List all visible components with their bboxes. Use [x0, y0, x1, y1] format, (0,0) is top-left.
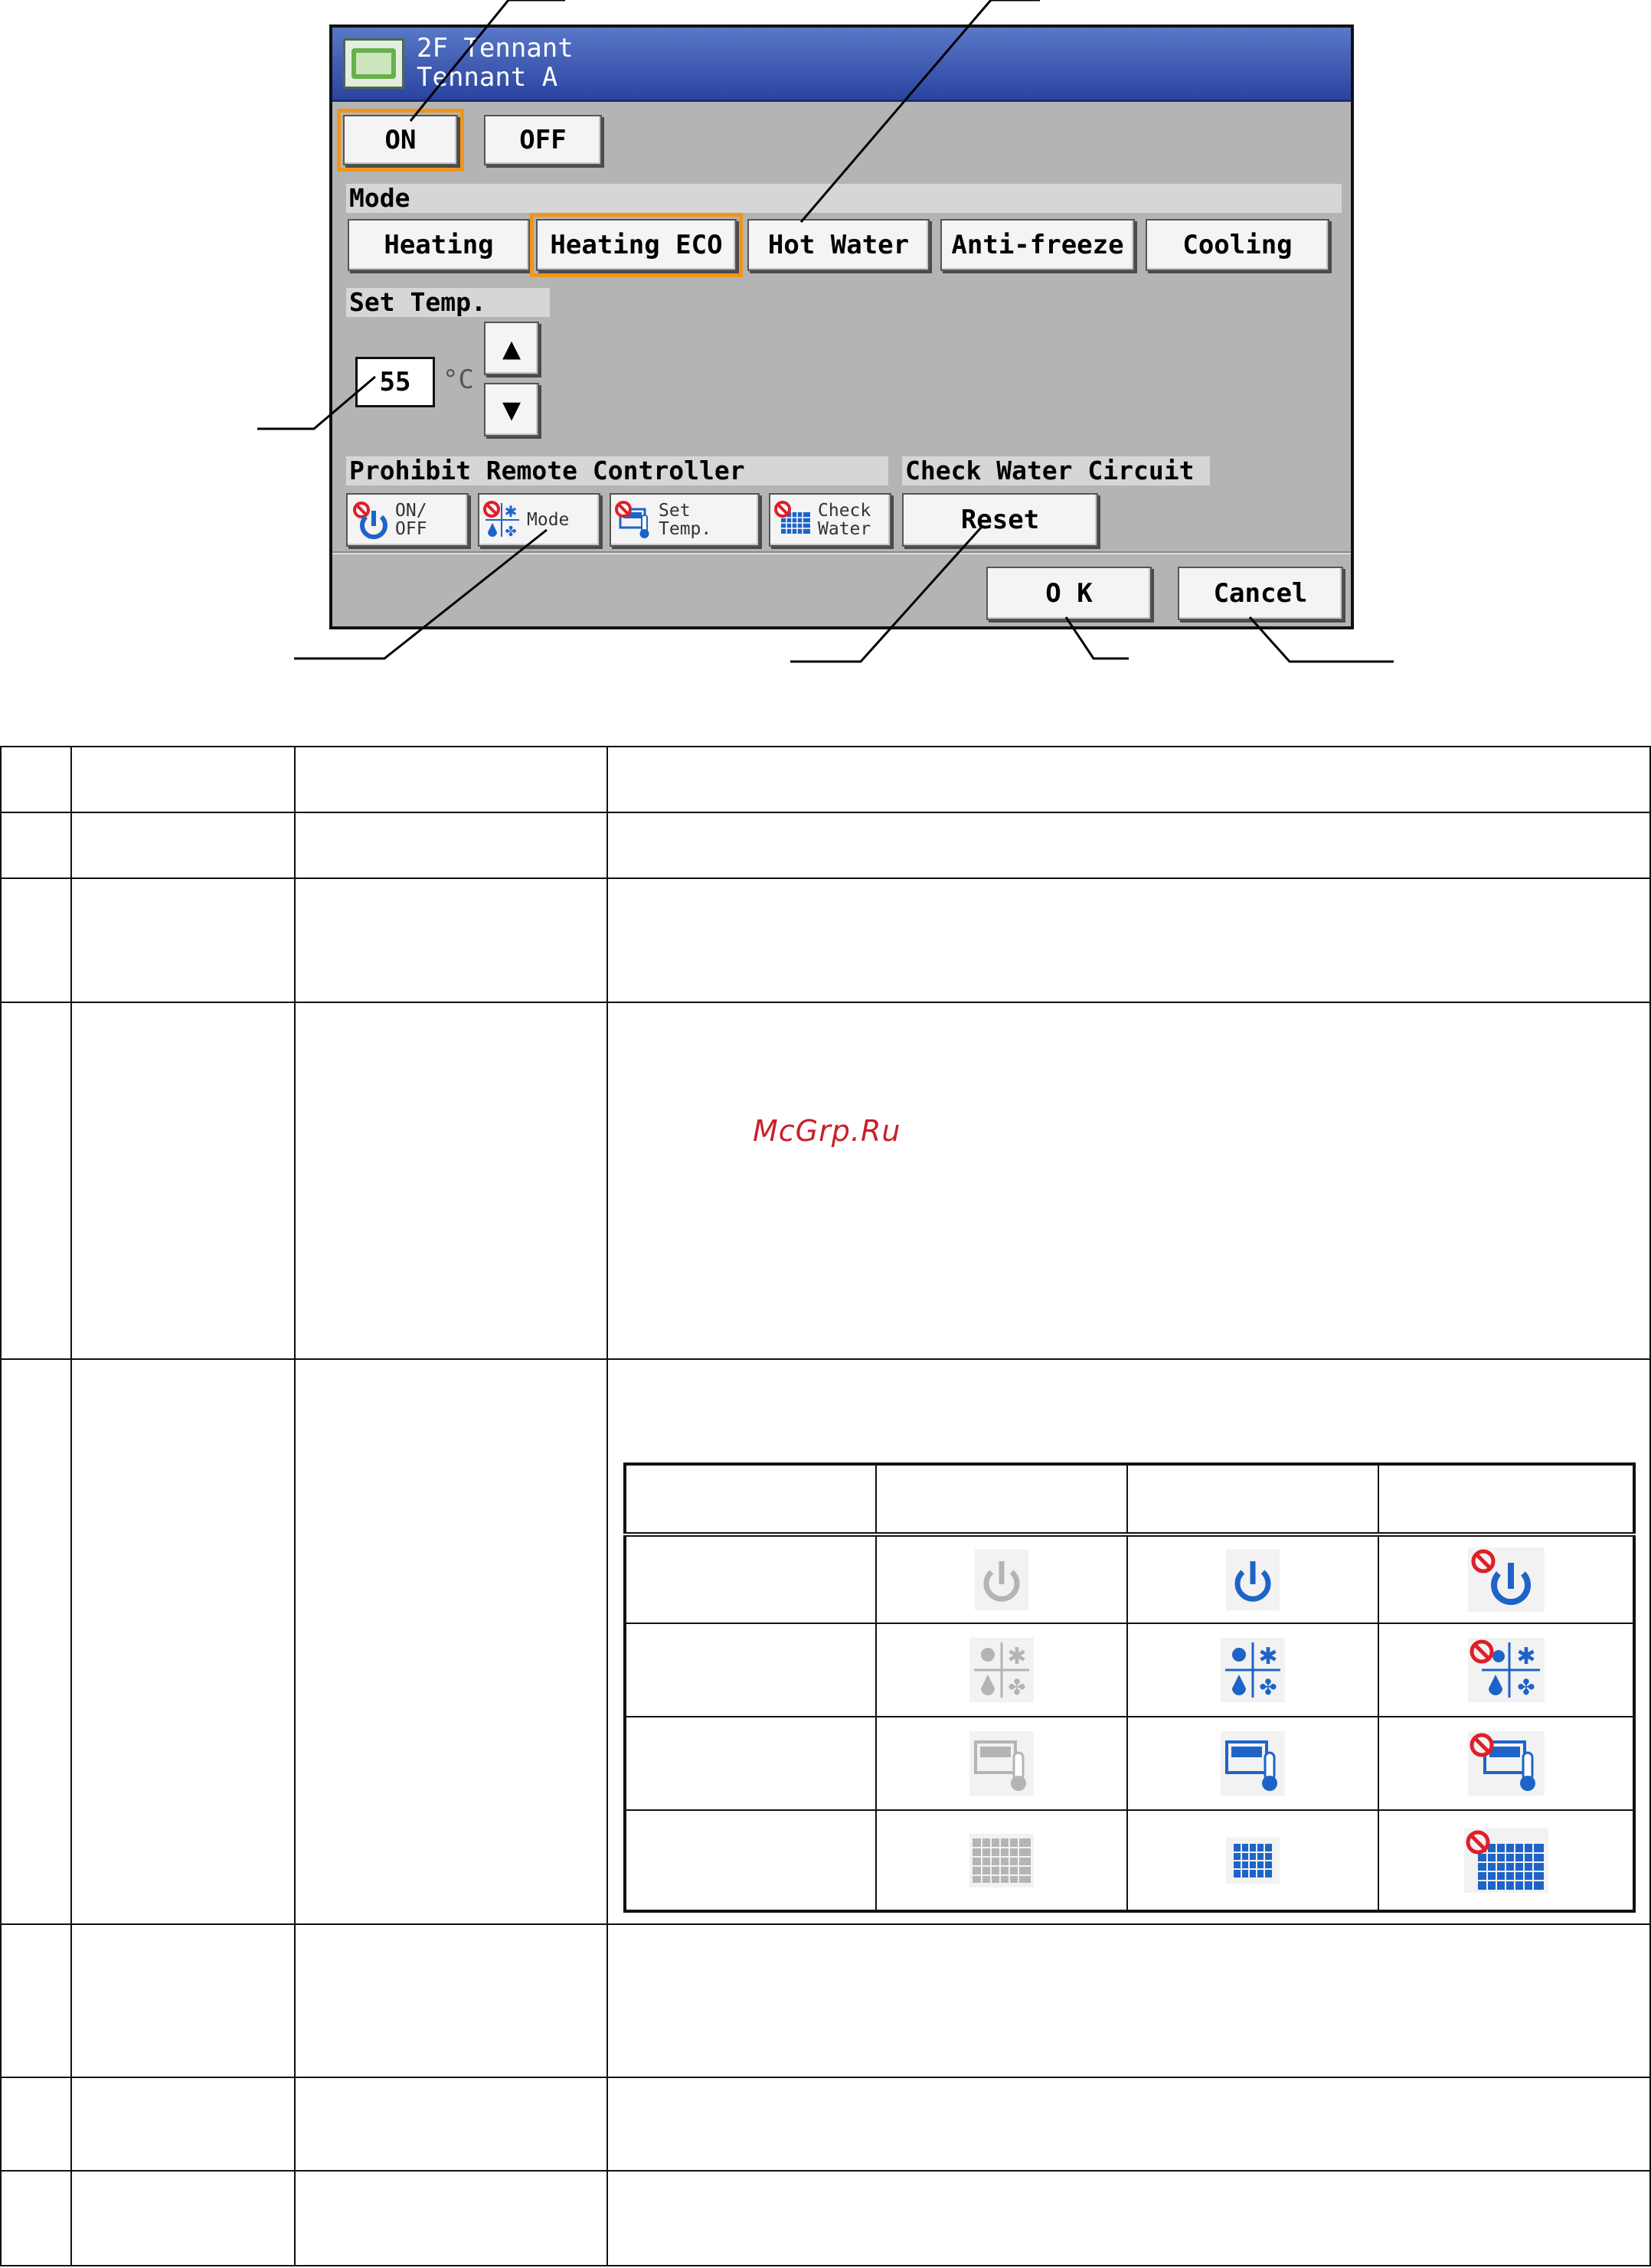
table-row	[0, 877, 1651, 1003]
mode-hot-water-button[interactable]: Hot Water	[747, 219, 930, 271]
svg-text:✤: ✤	[1259, 1675, 1277, 1700]
on-button[interactable]: ON	[337, 109, 464, 172]
set-temp-prohibited-icon	[1467, 1731, 1545, 1796]
table-row: ✱ ✤ ✱ ✤ ✱ ✤	[624, 1623, 1635, 1717]
prohibit-set-temp-line2: Temp.	[659, 519, 712, 539]
table-row	[624, 1716, 1635, 1811]
prohibit-set-temp-button[interactable]: Set Temp.	[610, 493, 760, 547]
power-prohibited-icon	[1467, 1547, 1545, 1612]
svg-text:✱: ✱	[1516, 1643, 1535, 1670]
prohibit-check-water-icon	[774, 501, 810, 534]
svg-text:✱: ✱	[1007, 1643, 1026, 1670]
table-row	[624, 1463, 1635, 1537]
mode-heating-button[interactable]: Heating	[348, 219, 530, 271]
table-row	[0, 746, 1651, 813]
temp-unit: °C	[443, 364, 474, 395]
check-water-blue-icon	[1226, 1837, 1280, 1884]
prohibit-on-off-line2: OFF	[395, 519, 427, 539]
table-row	[0, 1002, 1651, 1360]
svg-text:✤: ✤	[1008, 1675, 1025, 1700]
prohibit-label: Prohibit Remote Controller	[346, 456, 888, 485]
prohibit-check-water-line2: Water	[818, 519, 871, 539]
controller-screen: 2F Tennant Tennant A ON OFF Mode Heating…	[329, 25, 1354, 629]
mode-prohibited-icon: ✱✤	[1467, 1638, 1545, 1702]
cancel-button[interactable]: Cancel	[1178, 567, 1343, 620]
mode-label: Mode	[346, 184, 1342, 213]
watermark: McGrp.Ru	[753, 1114, 901, 1148]
mode-cooling-button[interactable]: Cooling	[1146, 219, 1329, 271]
table-row	[0, 1923, 1651, 2078]
table-row	[624, 1809, 1635, 1912]
set-temp-label: Set Temp.	[346, 288, 550, 317]
prohibit-check-water-button[interactable]: Check Water	[769, 493, 891, 547]
prohibit-set-temp-line1: Set	[659, 501, 691, 521]
tenant-name: Tennant A	[417, 62, 558, 93]
reset-button[interactable]: Reset	[902, 493, 1098, 547]
temp-up-button[interactable]: ▲	[484, 322, 539, 375]
mode-heating-eco-button[interactable]: Heating ECO	[530, 213, 743, 277]
mode-blue-icon: ✱✤	[1221, 1638, 1285, 1702]
icon-state-table: ✱ ✤ ✱ ✤ ✱ ✤	[623, 1462, 1636, 1913]
check-water-gray-icon	[969, 1833, 1034, 1887]
prohibit-mode-line1: Mode	[527, 510, 570, 530]
set-temp-blue-icon	[1221, 1731, 1285, 1796]
mode-anti-freeze-button[interactable]: Anti-freeze	[940, 219, 1135, 271]
prohibit-on-off-line1: ON/	[395, 501, 427, 521]
set-temp-gray-icon	[969, 1731, 1034, 1796]
prohibit-check-water-line1: Check	[818, 501, 871, 521]
table-row	[624, 1534, 1635, 1624]
table-row	[0, 2077, 1651, 2172]
mode-gray-icon: ✱✤	[969, 1638, 1034, 1702]
prohibit-set-temp-icon	[615, 501, 649, 538]
off-button[interactable]: OFF	[484, 115, 602, 165]
svg-text:✤: ✤	[1517, 1675, 1535, 1700]
prohibit-mode-icon: ✱ ✤	[483, 501, 519, 540]
prohibit-mode-button[interactable]: ✱ ✤ Mode	[478, 493, 600, 547]
check-water-prohibited-icon	[1463, 1828, 1548, 1893]
table-row	[0, 812, 1651, 879]
power-blue-icon	[1226, 1549, 1280, 1610]
svg-text:✱: ✱	[1258, 1643, 1277, 1670]
set-temp-value: 55	[355, 357, 435, 407]
power-gray-icon	[975, 1549, 1028, 1610]
temp-down-button[interactable]: ▼	[484, 383, 539, 436]
svg-text:✤: ✤	[505, 524, 516, 540]
prohibit-on-off-button[interactable]: ON/OFF	[346, 493, 469, 547]
table-row	[0, 2170, 1651, 2266]
title-bar: 2F Tennant Tennant A	[332, 28, 1351, 102]
ok-button[interactable]: O K	[986, 567, 1152, 620]
indoor-unit-icon	[343, 38, 404, 89]
group-name: 2F Tennant	[417, 33, 574, 64]
check-water-label: Check Water Circuit	[902, 456, 1210, 485]
prohibit-power-icon	[353, 502, 387, 540]
footer-separator	[332, 551, 1351, 554]
svg-text:✱: ✱	[505, 502, 518, 521]
